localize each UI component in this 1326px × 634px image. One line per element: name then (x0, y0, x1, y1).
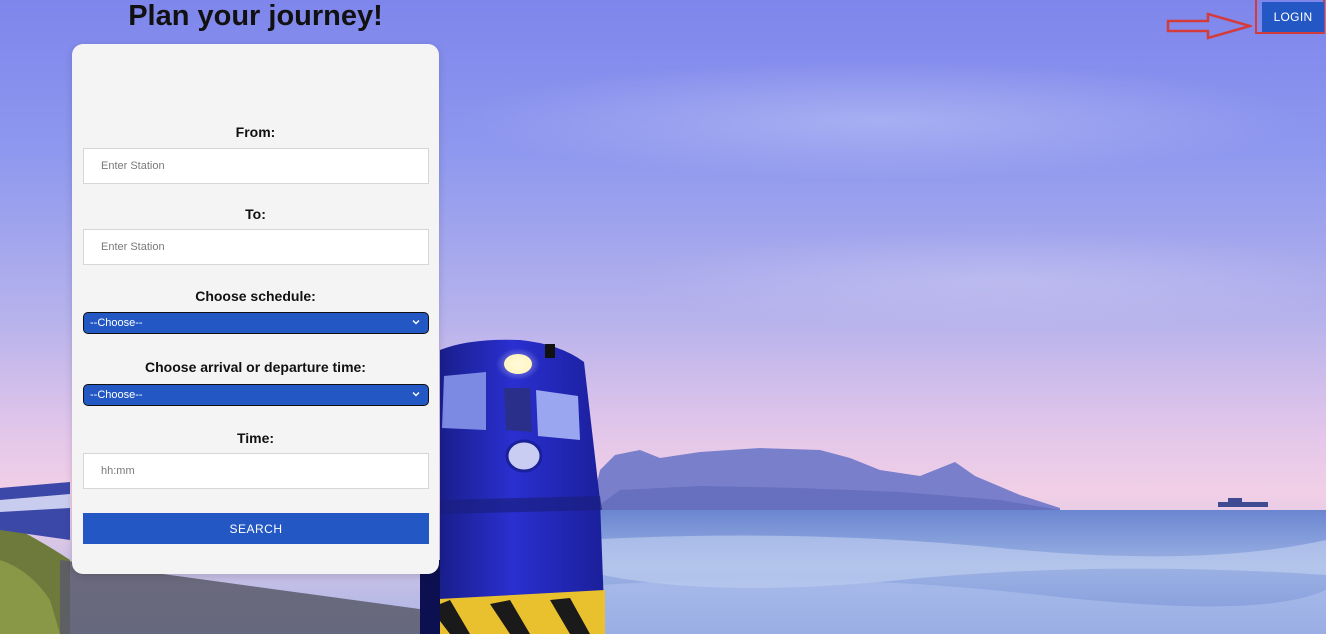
search-button[interactable]: SEARCH (83, 513, 429, 544)
chevron-down-icon (412, 320, 420, 325)
login-button[interactable]: LOGIN (1262, 2, 1324, 32)
arrow-right-icon (1166, 12, 1252, 40)
to-label: To: (245, 206, 266, 222)
time-type-selected-value: --Choose-- (90, 389, 143, 401)
time-label: Time: (236, 430, 275, 446)
schedule-label: Choose schedule: (195, 288, 316, 304)
schedule-selected-value: --Choose-- (90, 317, 143, 329)
to-station-input[interactable] (83, 229, 429, 265)
from-station-input[interactable] (83, 148, 429, 184)
chevron-down-icon (412, 392, 420, 397)
arrival-departure-select[interactable]: --Choose-- (83, 384, 429, 406)
journey-planner-card: Plan your journey! From: To: Choose sche… (72, 0, 439, 574)
from-label: From: (235, 124, 276, 140)
time-input[interactable] (83, 453, 429, 489)
page-title: Plan your journey! (128, 0, 383, 32)
time-type-label: Choose arrival or departure time: (145, 359, 366, 375)
schedule-select[interactable]: --Choose-- (83, 312, 429, 334)
